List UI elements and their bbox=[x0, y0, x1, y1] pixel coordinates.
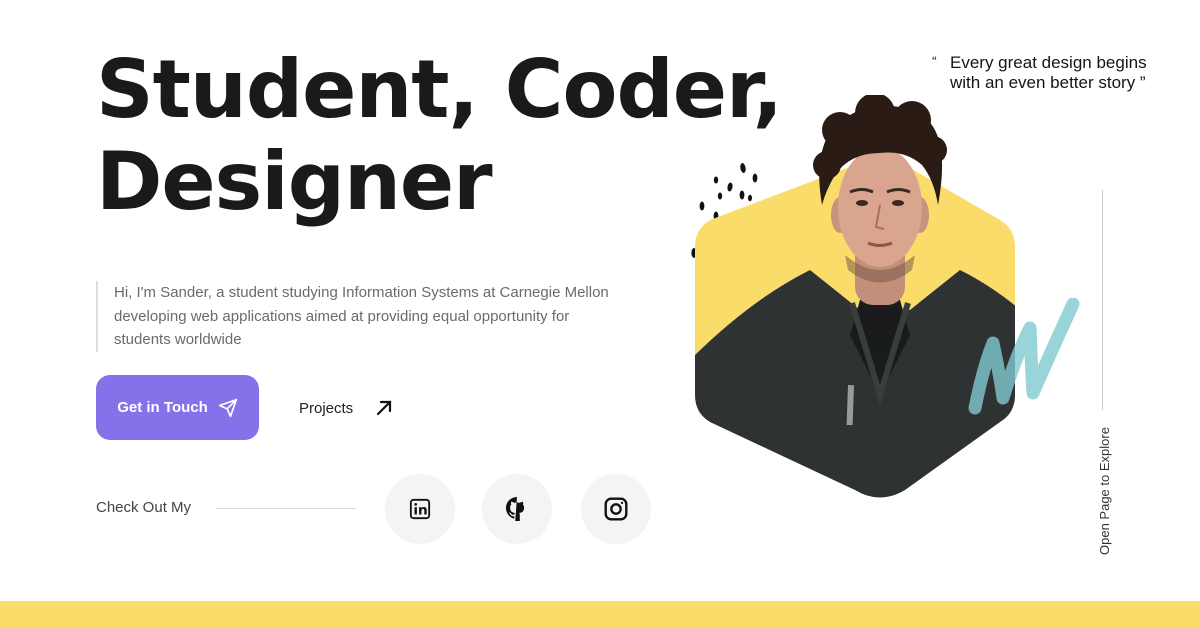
footer-band bbox=[0, 601, 1200, 627]
hero-title: Student, Coder, Designer bbox=[96, 43, 783, 228]
divider-line bbox=[216, 508, 356, 509]
decorative-squiggle bbox=[968, 298, 1080, 415]
github-button[interactable] bbox=[482, 474, 552, 544]
quote-block: “ Every great design begins with an even… bbox=[932, 53, 1152, 93]
instagram-icon bbox=[604, 497, 628, 521]
arrow-up-right-icon bbox=[377, 400, 392, 416]
projects-link[interactable]: Projects bbox=[299, 392, 393, 424]
vertical-divider bbox=[1102, 190, 1103, 410]
paper-plane-icon bbox=[218, 398, 237, 417]
linkedin-icon bbox=[409, 498, 431, 520]
projects-label: Projects bbox=[299, 399, 354, 417]
intro-text: Hi, I'm Sander, a student studying Infor… bbox=[96, 281, 624, 352]
get-in-touch-label: Get in Touch bbox=[117, 399, 208, 416]
check-out-label: Check Out My bbox=[96, 499, 192, 516]
hero-title-line-1: Student, Coder, bbox=[96, 43, 783, 136]
github-icon bbox=[506, 497, 525, 521]
linkedin-button[interactable] bbox=[385, 474, 455, 544]
get-in-touch-button[interactable]: Get in Touch bbox=[96, 375, 259, 440]
explore-hint: Open Page to Explore bbox=[1097, 427, 1112, 555]
quote-text: Every great design begins with an even b… bbox=[950, 53, 1147, 92]
quote-open-mark: “ bbox=[932, 53, 937, 69]
hero-title-line-2: Designer bbox=[96, 135, 493, 228]
instagram-button[interactable] bbox=[581, 474, 651, 544]
